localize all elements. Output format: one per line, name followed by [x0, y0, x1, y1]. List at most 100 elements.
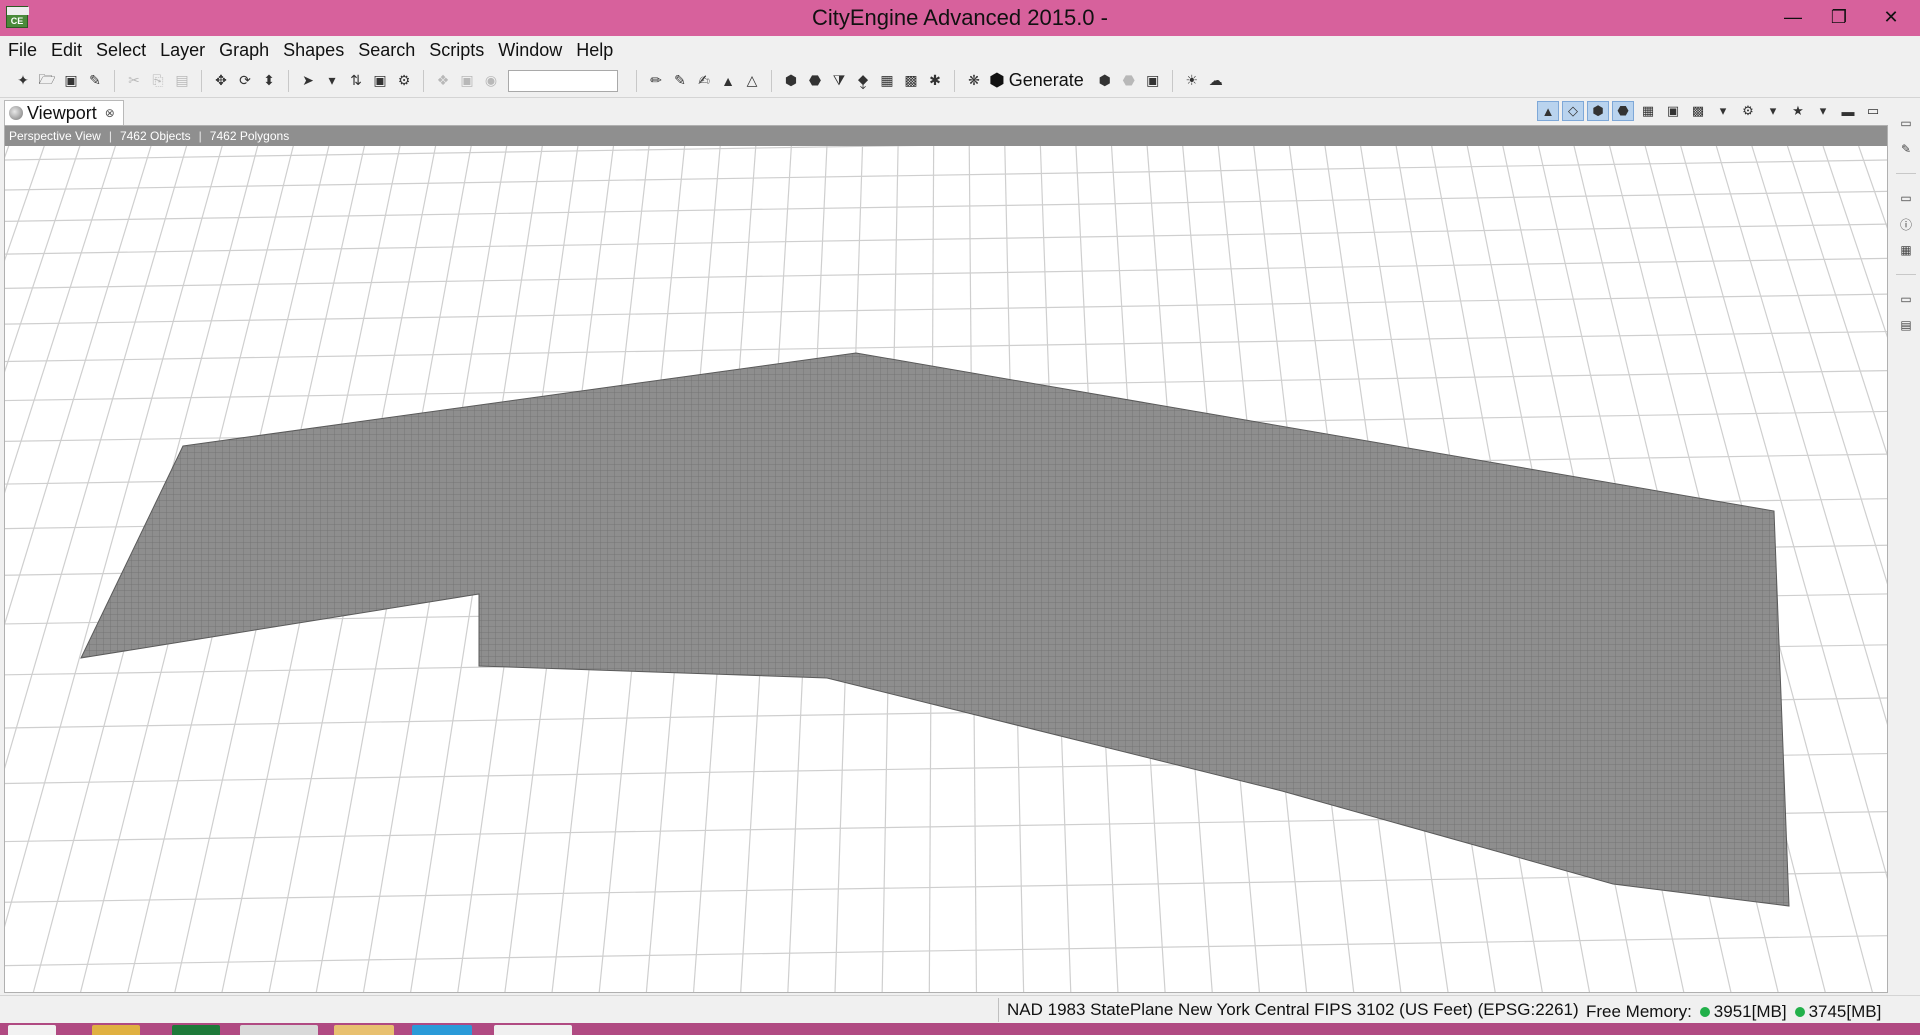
subdivide-icon[interactable]: ⧩ [828, 70, 850, 92]
chevron-down-icon[interactable]: ▾ [1712, 101, 1734, 121]
close-button[interactable]: ✕ [1862, 0, 1920, 34]
draw-street-icon[interactable]: ✏ [645, 70, 667, 92]
draw-shape-icon[interactable]: ✍ [693, 70, 715, 92]
chevron-down-icon[interactable]: ▾ [321, 70, 343, 92]
save-icon[interactable]: ▣ [60, 70, 82, 92]
cleanup-model-icon[interactable]: ⬣ [1118, 70, 1140, 92]
paste-icon[interactable]: ▤ [171, 70, 193, 92]
sun-icon[interactable]: ☀ [1181, 70, 1203, 92]
viewport-tab-label: Viewport [27, 102, 97, 123]
taskbar-cityengine-icon[interactable] [494, 1025, 572, 1035]
restore-icon[interactable]: ▭ [1898, 190, 1914, 206]
generate-icon: ⬢ [989, 70, 1005, 90]
menu-shapes[interactable]: Shapes [278, 40, 349, 61]
side-divider [1896, 274, 1916, 275]
globe-icon [9, 106, 23, 120]
menu-file[interactable]: File [3, 40, 42, 61]
copy-icon[interactable]: ⎘ [147, 70, 169, 92]
shadow-view-icon[interactable]: ⬣ [1612, 101, 1634, 121]
new-icon[interactable]: ✦ [12, 70, 34, 92]
cleanup-icon[interactable]: △ [741, 70, 763, 92]
inspector-icon[interactable]: ✎ [1898, 141, 1914, 157]
restore-icon[interactable]: ▭ [1898, 115, 1914, 131]
memory-indicator-2: 3745[MB] [1794, 1002, 1881, 1022]
generate-label: Generate [1008, 70, 1084, 90]
menu-select[interactable]: Select [91, 40, 151, 61]
gear-icon[interactable]: ⚙ [1737, 101, 1759, 121]
taskbar-explorer-icon[interactable] [92, 1025, 140, 1035]
frame-icon[interactable]: ▣ [369, 70, 391, 92]
chevron-down-icon[interactable]: ▾ [1762, 101, 1784, 121]
minimize-view-icon[interactable]: ▬ [1837, 101, 1859, 121]
3d-viewport[interactable]: Perspective View | 7462 Objects | 7462 P… [4, 125, 1888, 993]
menu-window[interactable]: Window [493, 40, 567, 61]
menu-bar: File Edit Select Layer Graph Shapes Sear… [0, 36, 1920, 64]
toolbar-separator [288, 69, 289, 92]
info-separator: | [198, 129, 202, 143]
select-arrow-icon[interactable]: ➤ [297, 70, 319, 92]
close-tab-icon[interactable]: ⊗ [105, 106, 115, 120]
textured-view-icon[interactable]: ⬢ [1587, 101, 1609, 121]
zoom-icon[interactable]: ⚙ [393, 70, 415, 92]
merge-icon[interactable]: ⧪ [852, 70, 874, 92]
update-seed-icon[interactable]: ⬢ [1094, 70, 1116, 92]
taskbar-store-icon[interactable] [412, 1025, 472, 1035]
camera-icon[interactable]: ▩ [1687, 101, 1709, 121]
frame-selection-icon[interactable]: ▣ [1662, 101, 1684, 121]
taskbar-start-icon[interactable] [8, 1025, 56, 1035]
taskbar-folder-icon[interactable] [334, 1025, 394, 1035]
texture-icon[interactable]: ▦ [876, 70, 898, 92]
lock-icon[interactable]: ◉ [480, 70, 502, 92]
move-icon[interactable]: ✥ [210, 70, 232, 92]
menu-edit[interactable]: Edit [46, 40, 87, 61]
menu-layer[interactable]: Layer [155, 40, 210, 61]
export-model-icon[interactable]: ▣ [1142, 70, 1164, 92]
layers-icon[interactable]: ▦ [1898, 242, 1914, 258]
track-icon[interactable]: ⇅ [345, 70, 367, 92]
rotate-icon[interactable]: ⟳ [234, 70, 256, 92]
maximize-button[interactable]: ❐ [1816, 0, 1862, 34]
shaded-view-icon[interactable]: ▲ [1537, 101, 1559, 121]
block-icon[interactable]: ⬣ [804, 70, 826, 92]
tool-icon[interactable]: ✱ [924, 70, 946, 92]
info-icon[interactable]: ⓘ [1898, 216, 1914, 232]
toolbar-separator [201, 69, 202, 92]
menu-scripts[interactable]: Scripts [424, 40, 489, 61]
maximize-view-icon[interactable]: ▭ [1862, 101, 1884, 121]
object-count: 7462 Objects [119, 129, 191, 143]
menu-graph[interactable]: Graph [214, 40, 274, 61]
cube-icon[interactable]: ⬢ [780, 70, 802, 92]
memory-status: Free Memory: 3951[MB] 3745[MB] [1586, 1002, 1881, 1022]
minimize-button[interactable]: — [1770, 0, 1816, 34]
star-icon[interactable]: ★ [1787, 101, 1809, 121]
viewport-scene[interactable] [5, 146, 1888, 993]
camera-icon[interactable]: ▣ [456, 70, 478, 92]
open-folder-icon[interactable]: 🗁 [36, 70, 58, 92]
menu-help[interactable]: Help [571, 40, 618, 61]
app-icon-label: CE [10, 16, 24, 26]
cityengine-app-icon[interactable]: CE [6, 6, 29, 28]
scale-icon[interactable]: ⬍ [258, 70, 280, 92]
tab-viewport[interactable]: Viewport ⊗ [4, 100, 124, 125]
bookmark-icon[interactable]: ❖ [432, 70, 454, 92]
viewport-toolbar: ▲ ◇ ⬢ ⬣ ▦ ▣ ▩ ▾ ⚙ ▾ ★ ▾ ▬ ▭ [1537, 101, 1884, 121]
cut-icon[interactable]: ✂ [123, 70, 145, 92]
wireframe-view-icon[interactable]: ◇ [1562, 101, 1584, 121]
bookmarks-icon[interactable]: ▦ [1637, 101, 1659, 121]
draw-freehand-icon[interactable]: ✎ [669, 70, 691, 92]
taskbar-app-icon[interactable] [172, 1025, 220, 1035]
grow-streets-icon[interactable]: ▲ [717, 70, 739, 92]
memory-indicator-1: 3951[MB] [1699, 1002, 1787, 1022]
cloud-icon[interactable]: ☁ [1205, 70, 1227, 92]
menu-search[interactable]: Search [353, 40, 420, 61]
taskbar-chrome-icon[interactable] [240, 1025, 318, 1035]
restore-icon[interactable]: ▭ [1898, 291, 1914, 307]
wand-icon[interactable]: ✎ [84, 70, 106, 92]
chevron-down-icon[interactable]: ▾ [1812, 101, 1834, 121]
checker-icon[interactable]: ▩ [900, 70, 922, 92]
generate-button[interactable]: ⬢ Generate [989, 70, 1084, 91]
rule-icon[interactable]: ❋ [963, 70, 985, 92]
shape-lot[interactable] [80, 352, 1790, 907]
toolbar-search-input[interactable] [508, 69, 618, 92]
folder-icon[interactable]: ▤ [1898, 317, 1914, 333]
